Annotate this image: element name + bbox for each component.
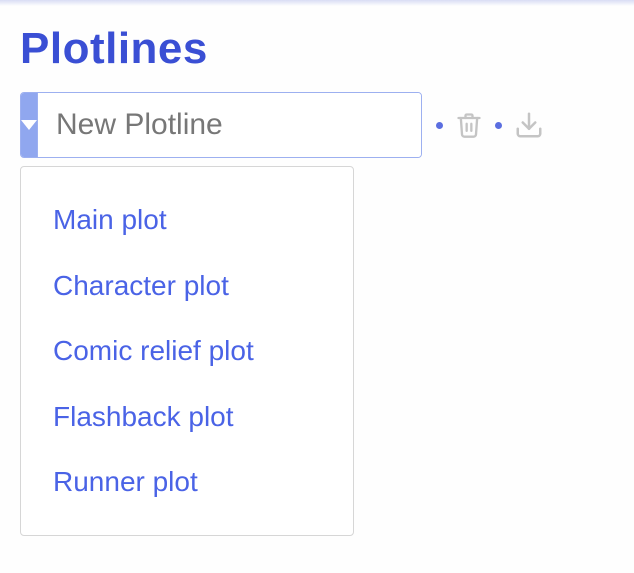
- caret-down-icon: [21, 120, 37, 130]
- download-button[interactable]: [514, 110, 544, 140]
- plotlines-section: Plotlines: [0, 6, 634, 554]
- plotline-type-dropdown-button[interactable]: [21, 93, 38, 157]
- separator-dot: [436, 122, 443, 129]
- page-title: Plotlines: [20, 24, 614, 74]
- dropdown-item-character-plot[interactable]: Character plot: [21, 253, 353, 319]
- dropdown-item-comic-relief-plot[interactable]: Comic relief plot: [21, 318, 353, 384]
- delete-button[interactable]: [455, 110, 483, 140]
- separator-dot: [495, 122, 502, 129]
- new-plotline-row: [20, 92, 614, 158]
- plotline-actions: [436, 110, 544, 140]
- plotline-type-dropdown-menu: Main plot Character plot Comic relief pl…: [20, 166, 354, 536]
- dropdown-item-flashback-plot[interactable]: Flashback plot: [21, 384, 353, 450]
- plotline-input-group: [20, 92, 422, 158]
- dropdown-item-runner-plot[interactable]: Runner plot: [21, 449, 353, 515]
- download-icon: [514, 110, 544, 140]
- dropdown-item-main-plot[interactable]: Main plot: [21, 187, 353, 253]
- trash-icon: [455, 110, 483, 140]
- new-plotline-input[interactable]: [38, 93, 422, 157]
